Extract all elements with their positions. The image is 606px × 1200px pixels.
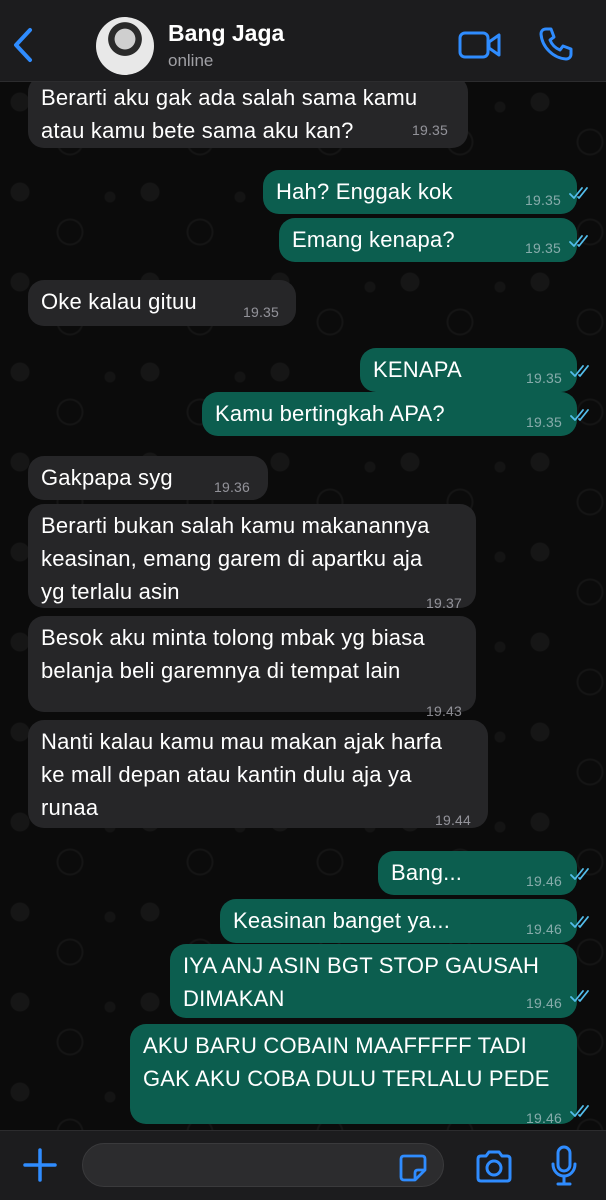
message-timestamp: 19.35 (526, 370, 563, 386)
message-timestamp: 19.46 (526, 1110, 563, 1126)
message-text-line: Emang kenapa? (292, 227, 455, 252)
incoming-message-bubble[interactable]: Berarti bukan salah kamu makanannya keasi… (28, 504, 476, 611)
message-text-line: keasinan, emang garem di apartku aja (41, 546, 423, 571)
message-timestamp: 19.44 (435, 812, 472, 828)
voice-call-button[interactable] (538, 26, 574, 62)
outgoing-message-bubble[interactable]: AKU BARU COBAIN MAAFFFFF TADI GAK AKU COB… (130, 1024, 589, 1126)
chevron-left-icon (14, 28, 32, 62)
sticker-button[interactable] (398, 1153, 428, 1183)
message-text-line: belanja beli garemnya di tempat lain (41, 658, 401, 683)
message-timestamp: 19.35 (525, 240, 562, 256)
avatar[interactable] (96, 17, 154, 75)
read-receipt-icon (570, 989, 592, 1003)
phone-icon (539, 27, 573, 61)
message-text-line: DIMAKAN (183, 986, 285, 1011)
outgoing-message-bubble[interactable]: Kamu bertingkah APA? 19.35 (202, 392, 589, 436)
outgoing-message-bubble[interactable]: KENAPA 19.35 (360, 348, 589, 392)
video-call-button[interactable] (458, 30, 502, 60)
message-timestamp: 19.46 (526, 921, 563, 937)
incoming-message-bubble[interactable]: Nanti kalau kamu mau makan ajak harfa ke … (28, 720, 488, 828)
chat-header: Bang Jaga online (0, 0, 606, 82)
camera-icon (476, 1150, 512, 1183)
message-input[interactable] (82, 1143, 444, 1187)
message-text-line: ke mall depan atau kantin dulu aja ya (41, 762, 412, 787)
incoming-message-bubble[interactable]: Oke kalau gituu 19.35 (28, 280, 296, 326)
message-timestamp: 19.35 (412, 122, 449, 138)
message-text-line: Hah? Enggak kok (276, 179, 453, 204)
message-timestamp: 19.36 (214, 479, 251, 495)
incoming-message-bubble[interactable]: Berarti aku gak ada salah sama kamu atau … (28, 82, 468, 148)
camera-button[interactable] (474, 1149, 514, 1185)
message-text-line: IYA ANJ ASIN BGT STOP GAUSAH (183, 953, 540, 978)
contact-status: online (168, 51, 214, 70)
read-receipt-icon (570, 867, 592, 881)
read-receipt-icon (570, 408, 592, 422)
message-text-line: runaa (41, 795, 99, 820)
message-timestamp: 19.46 (526, 873, 563, 889)
attach-button[interactable] (22, 1147, 58, 1183)
video-camera-icon (458, 31, 501, 59)
incoming-message-bubble[interactable]: Gakpapa syg 19.36 (28, 456, 268, 500)
outgoing-message-bubble[interactable]: Bang... 19.46 (378, 851, 589, 895)
message-timestamp: 19.35 (525, 192, 562, 208)
read-receipt-icon (570, 364, 592, 378)
read-receipt-icon (569, 234, 591, 248)
message-list[interactable]: Berarti aku gak ada salah sama kamu atau … (0, 82, 606, 1130)
contact-name[interactable]: Bang Jaga (168, 20, 284, 47)
read-receipt-icon (569, 186, 591, 200)
read-receipt-icon (570, 1104, 592, 1118)
outgoing-message-bubble[interactable]: Hah? Enggak kok 19.35 (263, 170, 588, 214)
outgoing-message-bubble[interactable]: Keasinan banget ya... 19.46 (220, 899, 589, 943)
message-text-line: GAK AKU COBA DULU TERLALU PEDE (143, 1066, 550, 1091)
plus-icon (23, 1148, 57, 1182)
message-text-line: Besok aku minta tolong mbak yg biasa (41, 625, 425, 650)
message-timestamp: 19.46 (526, 995, 563, 1011)
outgoing-message-bubble[interactable]: Emang kenapa? 19.35 (279, 218, 588, 262)
message-text-line: yg terlalu asin (41, 579, 180, 604)
sticker-icon (399, 1154, 427, 1182)
message-text-line: Nanti kalau kamu mau makan ajak harfa (41, 729, 443, 754)
microphone-button[interactable] (550, 1145, 578, 1187)
message-text-line: Kamu bertingkah APA? (215, 401, 445, 426)
message-text-line: Berarti bukan salah kamu makanannya (41, 513, 430, 538)
read-receipt-icon (570, 915, 592, 929)
back-button[interactable] (8, 24, 44, 66)
outgoing-message-bubble[interactable]: IYA ANJ ASIN BGT STOP GAUSAH DIMAKAN 19.46 (170, 944, 589, 1018)
message-text-line: AKU BARU COBAIN MAAFFFFF TADI (143, 1033, 527, 1058)
message-text-line: Keasinan banget ya... (233, 908, 451, 933)
microphone-icon (551, 1145, 577, 1186)
input-bar (0, 1130, 606, 1200)
message-timestamp: 19.35 (526, 414, 563, 430)
message-timestamp: 19.35 (243, 304, 280, 320)
message-text-line: atau kamu bete sama aku kan? (41, 118, 354, 143)
message-text-line: Berarti aku gak ada salah sama kamu (41, 85, 418, 110)
incoming-message-bubble[interactable]: Besok aku minta tolong mbak yg biasa bela… (28, 616, 476, 719)
